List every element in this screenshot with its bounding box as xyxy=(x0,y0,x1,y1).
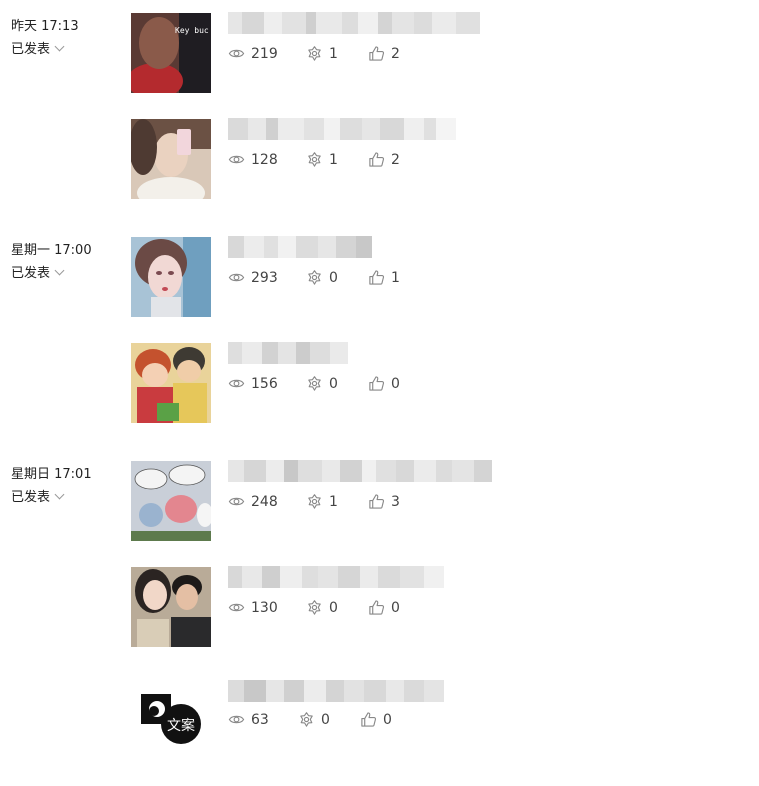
shares-count: 0 xyxy=(329,599,338,616)
views-stat: 248 xyxy=(228,493,278,510)
article-title-blurred[interactable] xyxy=(228,566,444,588)
thumbnail-caption: Key buc xyxy=(175,26,209,35)
views-count: 293 xyxy=(251,269,278,286)
likes-stat: 1 xyxy=(368,269,400,286)
views-count: 63 xyxy=(251,711,269,728)
status-dropdown[interactable]: 已发表 xyxy=(11,262,65,281)
article-thumbnail[interactable] xyxy=(131,461,211,541)
publish-time: 星期一 17:00 xyxy=(11,243,92,258)
views-stat: 156 xyxy=(228,375,278,392)
article-thumbnail[interactable] xyxy=(131,237,211,317)
views-count: 219 xyxy=(251,45,278,62)
thumbs-up-icon xyxy=(369,600,385,615)
status-dropdown[interactable]: 已发表 xyxy=(11,486,65,505)
eye-icon xyxy=(228,273,245,282)
eye-icon xyxy=(228,497,245,506)
eye-icon xyxy=(228,155,245,164)
share-icon xyxy=(308,270,321,285)
article-title-blurred[interactable] xyxy=(228,12,480,34)
shares-count: 1 xyxy=(329,151,338,168)
article-title-blurred[interactable] xyxy=(228,680,444,702)
article-title-blurred[interactable] xyxy=(228,118,456,140)
likes-stat: 2 xyxy=(368,151,400,168)
likes-stat: 0 xyxy=(368,375,400,392)
article-thumbnail[interactable]: Key buc xyxy=(131,13,211,93)
article-thumbnail[interactable]: 文案 xyxy=(135,680,205,750)
share-icon xyxy=(308,376,321,391)
share-icon xyxy=(308,152,321,167)
likes-count: 1 xyxy=(391,269,400,286)
likes-count: 2 xyxy=(391,151,400,168)
views-stat: 130 xyxy=(228,599,278,616)
views-stat: 293 xyxy=(228,269,278,286)
thumbs-up-icon xyxy=(369,46,385,61)
article-title-blurred[interactable] xyxy=(228,342,348,364)
chevron-down-icon xyxy=(54,41,65,52)
thumbs-up-icon xyxy=(369,152,385,167)
shares-stat: 0 xyxy=(306,375,338,392)
eye-icon xyxy=(228,603,245,612)
thumbnail-caption: 文案 xyxy=(167,717,195,734)
likes-count: 2 xyxy=(391,45,400,62)
status-label: 已发表 xyxy=(11,490,51,505)
likes-count: 0 xyxy=(383,711,392,728)
likes-count: 3 xyxy=(391,493,400,510)
shares-stat: 0 xyxy=(298,711,330,728)
eye-icon xyxy=(228,49,245,58)
share-icon xyxy=(308,600,321,615)
chevron-down-icon xyxy=(54,265,65,276)
likes-stat: 2 xyxy=(368,45,400,62)
status-label: 已发表 xyxy=(11,266,51,281)
likes-count: 0 xyxy=(391,375,400,392)
views-stat: 63 xyxy=(228,711,269,728)
eye-icon xyxy=(228,379,245,388)
thumbs-up-icon xyxy=(369,270,385,285)
shares-stat: 1 xyxy=(306,151,338,168)
thumbs-up-icon xyxy=(369,494,385,509)
shares-stat: 1 xyxy=(306,45,338,62)
article-title-blurred[interactable] xyxy=(228,460,492,482)
views-count: 130 xyxy=(251,599,278,616)
article-thumbnail[interactable] xyxy=(131,567,211,647)
shares-count: 0 xyxy=(329,375,338,392)
status-dropdown[interactable]: 已发表 xyxy=(11,38,65,57)
status-label: 已发表 xyxy=(11,42,51,57)
shares-stat: 0 xyxy=(306,269,338,286)
thumbs-up-icon xyxy=(369,376,385,391)
shares-stat: 0 xyxy=(306,599,338,616)
shares-count: 1 xyxy=(329,493,338,510)
shares-stat: 1 xyxy=(306,493,338,510)
likes-stat: 3 xyxy=(368,493,400,510)
shares-count: 1 xyxy=(329,45,338,62)
publish-time: 昨天 17:13 xyxy=(11,19,79,34)
publish-time: 星期日 17:01 xyxy=(11,467,92,482)
share-icon xyxy=(308,494,321,509)
likes-stat: 0 xyxy=(368,599,400,616)
likes-stat: 0 xyxy=(360,711,392,728)
thumbs-up-icon xyxy=(361,712,377,727)
shares-count: 0 xyxy=(321,711,330,728)
views-count: 248 xyxy=(251,493,278,510)
article-thumbnail[interactable] xyxy=(131,119,211,199)
article-title-blurred[interactable] xyxy=(228,236,372,258)
eye-icon xyxy=(228,715,245,724)
views-count: 156 xyxy=(251,375,278,392)
article-thumbnail[interactable] xyxy=(131,343,211,423)
views-count: 128 xyxy=(251,151,278,168)
views-stat: 219 xyxy=(228,45,278,62)
chevron-down-icon xyxy=(54,489,65,500)
share-icon xyxy=(308,46,321,61)
views-stat: 128 xyxy=(228,151,278,168)
likes-count: 0 xyxy=(391,599,400,616)
shares-count: 0 xyxy=(329,269,338,286)
share-icon xyxy=(300,712,313,727)
